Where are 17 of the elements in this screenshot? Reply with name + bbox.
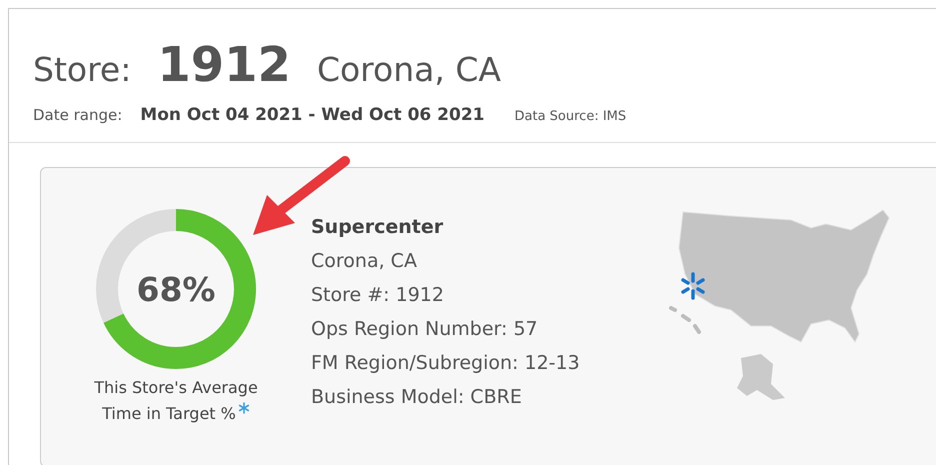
store-location: Corona, CA — [316, 49, 501, 91]
data-source: Data Source: IMS — [514, 108, 626, 126]
detail-line: FM Region/Subregion: 12-13 — [311, 351, 581, 376]
detail-line: Store #: 1912 — [311, 283, 445, 308]
date-range-label: Date range: — [33, 104, 122, 126]
gauge-reading: 68% — [136, 270, 216, 309]
store-number: 1912 — [157, 41, 291, 89]
store-label: Store: — [33, 49, 132, 91]
detail-line: Corona, CA — [311, 249, 418, 274]
snowflake-icon — [238, 402, 250, 414]
gauge-caption: This Store's Average — [94, 377, 258, 399]
gauge-caption: Time in Target % — [102, 403, 236, 425]
store-type: Supercenter — [311, 215, 444, 240]
location-marker-icon — [681, 272, 705, 300]
detail-line: Ops Region Number: 57 — [311, 317, 539, 342]
detail-line: Business Model: CBRE — [311, 385, 523, 410]
date-range-value: Mon Oct 04 2021 - Wed Oct 06 2021 — [140, 104, 484, 126]
